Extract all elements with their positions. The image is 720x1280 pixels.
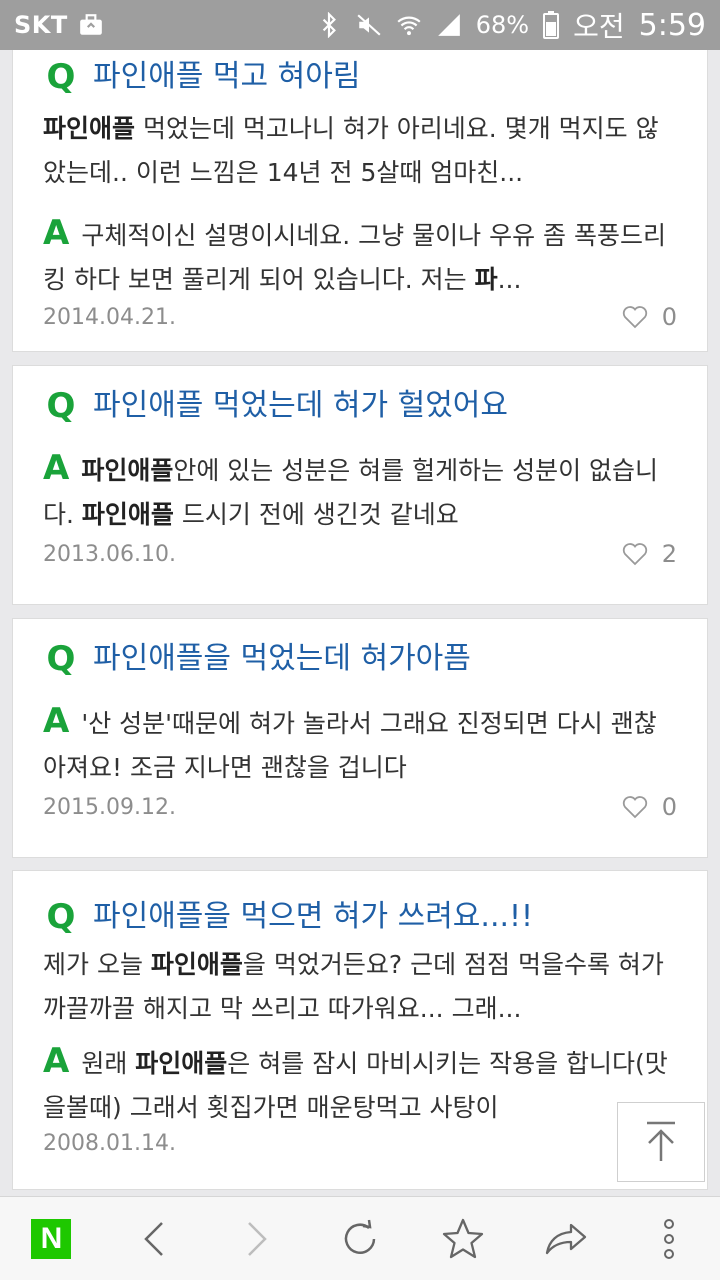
highlight-keyword: 파인애플 <box>150 950 243 979</box>
naver-logo-icon: N <box>31 1218 72 1259</box>
bookmark-button[interactable] <box>411 1197 514 1280</box>
ellipsis: ... <box>497 265 522 294</box>
highlight-keyword: 파인애플 <box>81 456 174 485</box>
status-bar: SKT 68% 오전 5:59 <box>0 0 720 50</box>
answer-mark-icon: A <box>43 1041 70 1081</box>
like-button[interactable]: 0 <box>622 303 677 331</box>
forward-button[interactable] <box>206 1197 309 1280</box>
answer-snippet: A 구체적이신 설명이시네요. 그냥 물이나 우유 좀 폭풍드리킹 하다 보면 풀… <box>43 211 677 299</box>
question-title-text: 파인애플 먹었는데 혀가 헐었어요 <box>93 388 509 423</box>
answer-snippet-text: 원래 <box>81 1049 136 1078</box>
briefcase-icon <box>79 14 102 35</box>
highlight-keyword: 파 <box>474 265 498 294</box>
answer-snippet: A 파인애플안에 있는 성분은 혀를 헐게하는 성분이 없습니다. 파인애플 드시… <box>43 446 677 534</box>
scroll-to-top-button[interactable] <box>617 1102 705 1182</box>
answer-mark-icon: A <box>43 701 70 741</box>
question-title[interactable]: Q 파인애플을 먹었는데 혀가아픔 <box>43 639 677 679</box>
post-date: 2014.04.21. <box>43 304 176 330</box>
share-icon <box>545 1223 586 1254</box>
result-card[interactable]: Q 파인애플을 먹으면 혀가 쓰려요...!! 제가 오늘 파인애플을 먹었거든… <box>12 870 708 1190</box>
answer-snippet: A '산 성분'때문에 혀가 놀라서 그래요 진정되면 다시 괜찮아져요! 조금 … <box>43 699 677 787</box>
heart-icon <box>622 796 647 819</box>
answer-snippet-text: 드시기 전에 생긴것 같네요 <box>173 500 459 529</box>
like-count: 0 <box>661 793 677 821</box>
post-date: 2008.01.14. <box>43 1131 176 1156</box>
post-date: 2015.09.12. <box>43 794 176 820</box>
arrow-up-icon <box>647 1121 675 1161</box>
post-date: 2013.06.10. <box>43 541 176 567</box>
wifi-icon <box>397 16 421 36</box>
answer-snippet: A 원래 파인애플은 혀를 잠시 마비시키는 작용을 합니다(맛을볼때) 그래서 … <box>43 1039 677 1127</box>
naver-home-button[interactable]: N <box>0 1197 103 1280</box>
refresh-button[interactable] <box>309 1197 412 1280</box>
battery-percent: 68% <box>475 11 530 39</box>
mute-icon <box>357 14 381 36</box>
like-button[interactable]: 0 <box>622 793 677 821</box>
question-title-text: 파인애플을 먹었는데 혀가아픔 <box>93 641 471 676</box>
status-left: SKT <box>14 11 104 39</box>
question-snippet-text: 먹었는데 먹고나니 혀가 아리네요. 몇개 먹지도 않았는데.. 이런 느낌은 … <box>43 114 659 187</box>
more-menu-button[interactable] <box>617 1197 720 1280</box>
like-count: 0 <box>661 303 677 331</box>
question-title-text: 파인애플을 먹으면 혀가 쓰려요...!! <box>93 899 534 934</box>
chevron-left-icon <box>144 1221 164 1256</box>
result-card[interactable]: Q 파인애플 먹고 혀아림 파인애플 먹었는데 먹고나니 혀가 아리네요. 몇개… <box>12 50 708 352</box>
status-right: 68% 오전 5:59 <box>316 5 706 45</box>
clock: 5:59 <box>638 7 706 43</box>
question-mark-icon: Q <box>46 639 76 679</box>
like-count: 2 <box>661 540 677 568</box>
answer-snippet-text: '산 성분'때문에 혀가 놀라서 그래요 진정되면 다시 괜찮아져요! 조금 지… <box>43 709 657 782</box>
question-title[interactable]: Q 파인애플 먹었는데 혀가 헐었어요 <box>43 386 677 426</box>
refresh-icon <box>344 1219 376 1254</box>
card-meta: 2013.06.10. 2 <box>43 540 677 568</box>
answer-snippet-text: 구체적이신 설명이시네요. 그냥 물이나 우유 좀 폭풍드리킹 하다 보면 풀리… <box>43 221 666 294</box>
highlight-keyword: 파인애플 <box>81 500 174 529</box>
card-meta: 2015.09.12. 0 <box>43 793 677 821</box>
results-list: Q 파인애플 먹고 혀아림 파인애플 먹었는데 먹고나니 혀가 아리네요. 몇개… <box>0 50 720 1196</box>
heart-icon <box>622 306 647 329</box>
signal-icon <box>437 14 460 36</box>
carrier-label: SKT <box>14 11 68 39</box>
highlight-keyword: 파인애플 <box>43 114 136 143</box>
highlight-keyword: 파인애플 <box>135 1049 228 1078</box>
back-button[interactable] <box>103 1197 206 1280</box>
result-card[interactable]: Q 파인애플을 먹었는데 혀가아픔 A '산 성분'때문에 혀가 놀라서 그래요 … <box>12 618 708 858</box>
question-title[interactable]: Q 파인애플 먹고 혀아림 <box>43 57 677 97</box>
browser-toolbar: N <box>0 1196 720 1280</box>
question-snippet-text: 제가 오늘 <box>43 950 151 979</box>
question-mark-icon: Q <box>46 386 76 426</box>
card-meta: 2014.04.21. 0 <box>43 303 677 331</box>
answer-mark-icon: A <box>43 448 70 488</box>
card-meta: 2008.01.14. <box>43 1131 677 1156</box>
star-icon <box>442 1218 484 1258</box>
more-vertical-icon <box>663 1218 674 1259</box>
ampm-label: 오전 <box>573 10 625 43</box>
question-title[interactable]: Q 파인애플을 먹으면 혀가 쓰려요...!! <box>43 897 677 937</box>
answer-mark-icon: A <box>43 213 70 253</box>
share-button[interactable] <box>514 1197 617 1280</box>
question-mark-icon: Q <box>46 57 76 97</box>
question-snippet: 제가 오늘 파인애플을 먹었거든요? 근데 점점 먹을수록 혀가 까끌까끌 해지… <box>43 943 677 1031</box>
heart-icon <box>622 543 647 566</box>
bluetooth-icon <box>322 12 336 38</box>
like-button[interactable]: 2 <box>622 540 677 568</box>
result-card[interactable]: Q 파인애플 먹었는데 혀가 헐었어요 A 파인애플안에 있는 성분은 혀를 헐게… <box>12 365 708 605</box>
question-mark-icon: Q <box>46 897 76 937</box>
question-title-text: 파인애플 먹고 혀아림 <box>93 59 361 94</box>
question-snippet: 파인애플 먹었는데 먹고나니 혀가 아리네요. 몇개 먹지도 않았는데.. 이런… <box>43 107 677 195</box>
chevron-right-icon <box>248 1221 267 1256</box>
battery-icon <box>543 11 560 39</box>
